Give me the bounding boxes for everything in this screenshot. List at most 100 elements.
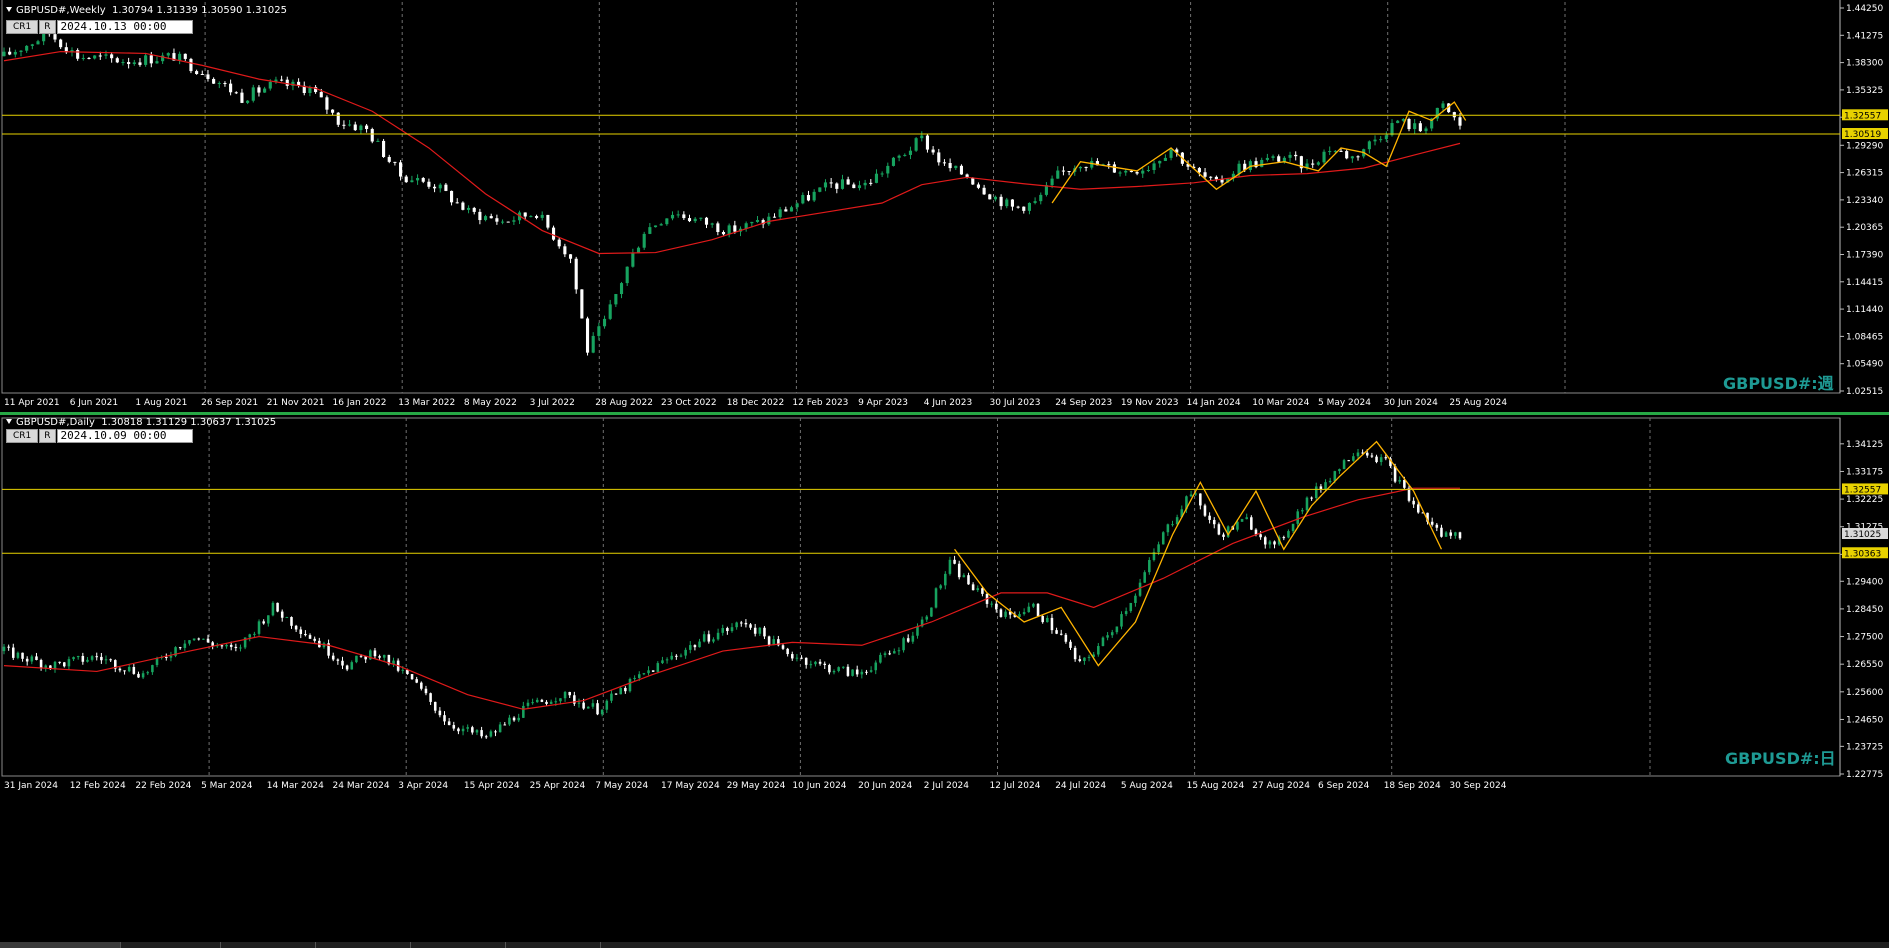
candle-body bbox=[373, 650, 377, 657]
daily-date-input[interactable]: 2024.10.09 00:00 bbox=[56, 429, 193, 443]
chart-tab-bar[interactable] bbox=[0, 942, 1889, 948]
candle-body bbox=[999, 196, 1003, 207]
y-axis-tick-label: 1.24650 bbox=[1846, 715, 1883, 725]
candle-body bbox=[1311, 163, 1315, 165]
candle-body bbox=[619, 687, 622, 695]
candle-body bbox=[902, 638, 905, 651]
x-axis-tick-label: 18 Sep 2024 bbox=[1384, 781, 1441, 791]
candle-body bbox=[1379, 139, 1383, 141]
candle-body bbox=[1016, 206, 1020, 208]
x-axis-tick-label: 21 Nov 2021 bbox=[267, 398, 325, 408]
candle-body bbox=[1141, 170, 1145, 174]
candle-body bbox=[155, 61, 159, 64]
candle-body bbox=[893, 651, 896, 654]
candle-body bbox=[1345, 151, 1349, 159]
candle-body bbox=[248, 634, 252, 638]
candle-body bbox=[1282, 537, 1286, 539]
candle-body bbox=[1379, 457, 1383, 463]
x-axis-tick-label: 20 Jun 2024 bbox=[858, 781, 912, 791]
candle-body bbox=[427, 181, 431, 187]
candle-body bbox=[188, 640, 191, 644]
candle-body bbox=[1097, 646, 1100, 655]
chart-tab[interactable] bbox=[315, 942, 411, 948]
chart-tab[interactable] bbox=[120, 942, 221, 948]
candle-body bbox=[814, 661, 817, 665]
cr1-button[interactable]: CR1 bbox=[6, 20, 39, 34]
candle-body bbox=[688, 645, 692, 650]
weekly-chart-pane[interactable]: 11 Apr 2021 6 Jun 2021 1 Aug 2021 26 Sep 20… bbox=[0, 0, 1889, 412]
candle-body bbox=[1022, 612, 1026, 615]
weekly-date-input[interactable]: 2024.10.13 00:00 bbox=[56, 20, 193, 34]
candle-body bbox=[166, 53, 170, 56]
candle-body bbox=[467, 207, 471, 210]
daily-chart-canvas[interactable]: 31 Jan 2024 12 Feb 2024 22 Feb 2024 5 Mar 2… bbox=[0, 412, 1889, 942]
candle-body bbox=[568, 254, 573, 259]
collapse-triangle-icon[interactable] bbox=[6, 419, 12, 424]
candle-body bbox=[563, 246, 567, 255]
x-axis-tick-label: 17 May 2024 bbox=[661, 781, 720, 791]
candle-body bbox=[401, 669, 405, 671]
candle-body bbox=[149, 55, 153, 64]
candle-body bbox=[1197, 168, 1201, 173]
pane-separator[interactable] bbox=[0, 412, 1889, 415]
candle-body bbox=[151, 665, 154, 673]
collapse-triangle-icon[interactable] bbox=[6, 7, 12, 12]
candle-body bbox=[624, 687, 627, 692]
candle-body bbox=[72, 657, 75, 660]
candle-body bbox=[1056, 170, 1060, 179]
r-button[interactable]: R bbox=[39, 429, 56, 443]
r-button[interactable]: R bbox=[39, 20, 56, 34]
x-axis-tick-label: 25 Aug 2024 bbox=[1449, 398, 1507, 408]
candle-body bbox=[1005, 199, 1009, 207]
y-axis-tick-label: 1.29290 bbox=[1846, 141, 1883, 151]
candle-body bbox=[1430, 521, 1434, 525]
weekly-chart-canvas[interactable]: 11 Apr 2021 6 Jun 2021 1 Aug 2021 26 Sep 20… bbox=[0, 0, 1889, 412]
x-axis-tick-label: 2 Jul 2024 bbox=[924, 781, 969, 791]
daily-chart-pane[interactable]: 31 Jan 2024 12 Feb 2024 22 Feb 2024 5 Mar 2… bbox=[0, 412, 1889, 942]
candle-body bbox=[1033, 201, 1037, 203]
candle-body bbox=[1444, 532, 1448, 537]
chart-tab[interactable] bbox=[505, 942, 601, 948]
candle-body bbox=[433, 701, 437, 711]
candle-body bbox=[200, 73, 204, 75]
candle-body bbox=[962, 575, 966, 578]
y-axis-tick-label: 1.02515 bbox=[1846, 387, 1883, 397]
candle-body bbox=[512, 220, 516, 222]
x-axis-tick-label: 15 Apr 2024 bbox=[464, 781, 520, 791]
candle-body bbox=[675, 655, 678, 657]
candle-body bbox=[471, 727, 474, 733]
candle-body bbox=[852, 184, 856, 189]
candle-body bbox=[1390, 123, 1394, 136]
y-axis-tick-label: 1.41275 bbox=[1846, 31, 1883, 41]
candle-body bbox=[127, 62, 131, 65]
candle-body bbox=[1110, 632, 1114, 636]
x-axis-tick-label: 1 Aug 2021 bbox=[135, 398, 187, 408]
x-axis-tick-label: 12 Feb 2023 bbox=[792, 398, 848, 408]
candle-body bbox=[183, 53, 187, 59]
candle-body bbox=[886, 165, 890, 174]
candle-body bbox=[767, 216, 771, 225]
cr1-button[interactable]: CR1 bbox=[6, 429, 39, 443]
candle-body bbox=[596, 703, 599, 715]
candle-body bbox=[574, 258, 578, 290]
candle-body bbox=[169, 655, 173, 658]
candle-body bbox=[1217, 524, 1221, 535]
candle-body bbox=[1254, 529, 1258, 535]
chart-tab[interactable] bbox=[0, 942, 121, 948]
chart-tab[interactable] bbox=[410, 942, 506, 948]
candle-body bbox=[1416, 504, 1420, 513]
candle-body bbox=[546, 214, 550, 228]
y-axis-tick-label: 1.44250 bbox=[1846, 4, 1883, 14]
candle-body bbox=[835, 183, 839, 189]
candle-body bbox=[1069, 641, 1072, 648]
candle-body bbox=[489, 216, 493, 219]
candle-body bbox=[665, 659, 669, 661]
chart-tab[interactable] bbox=[220, 942, 316, 948]
candle-body bbox=[1294, 154, 1298, 157]
candle-body bbox=[906, 638, 910, 642]
candle-body bbox=[67, 659, 71, 667]
plot-border bbox=[1, 417, 1841, 777]
candle-body bbox=[1214, 176, 1218, 180]
candle-body bbox=[1458, 117, 1462, 126]
candle-body bbox=[786, 648, 789, 655]
